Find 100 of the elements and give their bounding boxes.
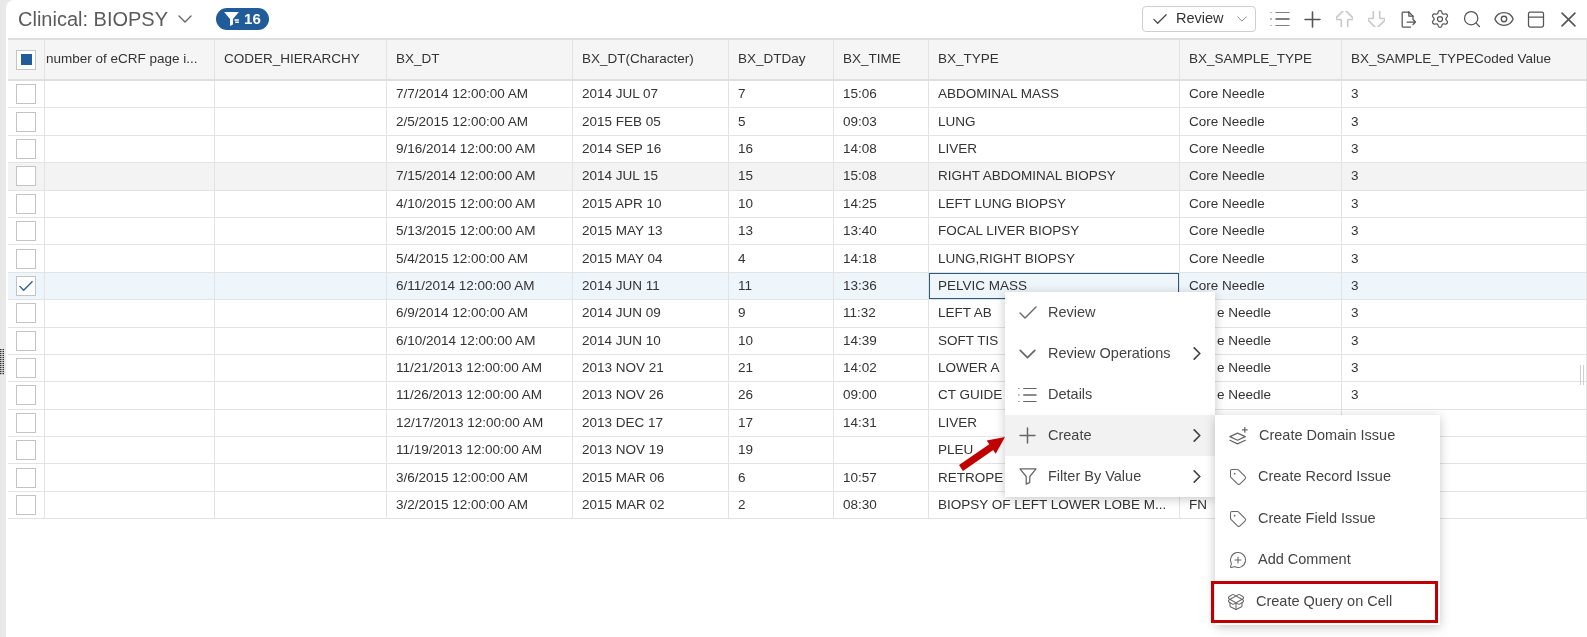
review-dropdown[interactable]: Review bbox=[1142, 6, 1256, 32]
column-header[interactable]: number of eCRF page i... bbox=[45, 40, 215, 79]
table-row[interactable]: 4/10/2015 12:00:00 AM 2015 APR 10 10 14:25 LEFT LUNG BIOPSY Core Needle 3 bbox=[8, 190, 1587, 218]
table-cell: 4 bbox=[729, 245, 834, 272]
table-row[interactable]: 9/16/2014 12:00:00 AM 2014 SEP 16 16 14:08 LIVER Core Needle 3 bbox=[8, 135, 1587, 164]
row-checkbox[interactable] bbox=[16, 193, 36, 214]
table-cell: 09:03 bbox=[834, 108, 929, 135]
table-row[interactable]: 5/13/2015 12:00:00 AM 2015 MAY 13 13 13:40 FOCAL LIVER BIOPSY Core Needle 3 bbox=[8, 217, 1587, 246]
table-cell: 14:25 bbox=[834, 190, 929, 217]
row-checkbox[interactable] bbox=[16, 358, 36, 379]
layers-plus-icon bbox=[1229, 426, 1248, 445]
search-icon[interactable] bbox=[1462, 9, 1482, 29]
table-cell: 6/11/2014 12:00:00 AM bbox=[387, 272, 573, 300]
settings-icon[interactable] bbox=[1430, 9, 1450, 29]
chevron-right-icon bbox=[1193, 347, 1201, 360]
table-cell: 2014 JUN 10 bbox=[573, 327, 729, 354]
dataset-dropdown[interactable]: Clinical: BIOPSY bbox=[18, 4, 193, 34]
table-cell: 3/2/2015 12:00:00 AM bbox=[387, 491, 573, 519]
table-cell: 12/17/2013 12:00:00 AM bbox=[387, 409, 573, 437]
table-cell: 6/9/2014 12:00:00 AM bbox=[387, 300, 573, 327]
column-header[interactable]: BX_DT(Character) bbox=[573, 40, 729, 79]
table-cell: 13:36 bbox=[834, 272, 929, 300]
table-cell: 2015 MAY 13 bbox=[573, 217, 729, 245]
row-checkbox[interactable] bbox=[16, 275, 36, 296]
table-cell: Core Needle bbox=[1180, 81, 1342, 108]
menu-item[interactable]: Add Comment bbox=[1215, 539, 1440, 581]
table-cell: 11 bbox=[729, 272, 834, 300]
check-icon bbox=[1153, 14, 1167, 24]
row-checkbox[interactable] bbox=[16, 495, 36, 516]
resize-grip-icon[interactable] bbox=[1580, 365, 1585, 385]
checkmark-icon bbox=[19, 280, 33, 291]
row-checkbox[interactable] bbox=[16, 412, 36, 433]
column-header[interactable]: BX_TIME bbox=[834, 40, 929, 79]
column-header[interactable]: BX_TYPE bbox=[929, 40, 1180, 79]
table-cell: 3 bbox=[1342, 135, 1587, 163]
close-icon[interactable] bbox=[1560, 11, 1576, 27]
row-checkbox[interactable] bbox=[16, 138, 36, 159]
table-cell: 2014 JUN 09 bbox=[573, 300, 729, 327]
row-checkbox[interactable] bbox=[16, 467, 36, 488]
table-cell: Core Needle bbox=[1180, 217, 1342, 245]
table-cell: 2013 NOV 19 bbox=[573, 437, 729, 464]
table-cell: 2 bbox=[729, 491, 834, 519]
table-cell: 15 bbox=[729, 163, 834, 190]
table-cell: 3 bbox=[1342, 81, 1587, 108]
table-cell: 5/4/2015 12:00:00 AM bbox=[387, 245, 573, 272]
row-checkbox[interactable] bbox=[16, 440, 36, 461]
table-cell: Core Needle bbox=[1180, 245, 1342, 272]
eye-icon[interactable] bbox=[1494, 11, 1514, 27]
row-checkbox[interactable] bbox=[16, 221, 36, 242]
filter-badge[interactable]: 16 bbox=[216, 8, 269, 30]
table-cell: 5/13/2015 12:00:00 AM bbox=[387, 217, 573, 245]
table-cell: FOCAL LIVER BIOPSY bbox=[929, 217, 1180, 245]
menu-item[interactable]: Create Query on Cell bbox=[1211, 581, 1438, 623]
drag-handle-icon[interactable] bbox=[0, 349, 4, 375]
column-header[interactable]: CODER_HIERARCHY bbox=[215, 40, 387, 79]
row-checkbox[interactable] bbox=[16, 84, 36, 105]
row-checkbox[interactable] bbox=[16, 166, 36, 187]
table-cell: 9/16/2014 12:00:00 AM bbox=[387, 135, 573, 163]
table-row[interactable]: 5/4/2015 12:00:00 AM 2015 MAY 04 4 14:18 LUNG,RIGHT BIOPSY Core Needle 3 bbox=[8, 245, 1587, 273]
table-cell: 19 bbox=[729, 437, 834, 464]
table-cell: LUNG,RIGHT BIOPSY bbox=[929, 245, 1180, 272]
row-checkbox[interactable] bbox=[16, 248, 36, 269]
table-cell: 09:00 bbox=[834, 382, 929, 409]
column-header[interactable]: BX_DTDay bbox=[729, 40, 834, 79]
table-cell: 2015 MAR 02 bbox=[573, 491, 729, 519]
chevron-down-icon bbox=[178, 15, 193, 23]
row-checkbox[interactable] bbox=[16, 385, 36, 406]
select-all-checkbox[interactable] bbox=[16, 49, 36, 70]
column-header[interactable]: BX_SAMPLE_TYPE bbox=[1180, 40, 1342, 79]
table-cell: 2013 NOV 26 bbox=[573, 382, 729, 409]
table-cell: 3 bbox=[1342, 217, 1587, 245]
table-cell: 10:57 bbox=[834, 464, 929, 491]
table-cell: Core Needle bbox=[1180, 135, 1342, 163]
row-checkbox[interactable] bbox=[16, 330, 36, 351]
table-cell: 3 bbox=[1342, 327, 1587, 354]
table-cell: 7 bbox=[729, 81, 834, 108]
window-icon[interactable] bbox=[1526, 8, 1546, 30]
filter-icon bbox=[224, 12, 240, 26]
table-cell: 2015 FEB 05 bbox=[573, 108, 729, 135]
row-checkbox[interactable] bbox=[16, 303, 36, 324]
table-row[interactable]: 2/5/2015 12:00:00 AM 2015 FEB 05 5 09:03 LUNG Core Needle 3 bbox=[8, 108, 1587, 136]
table-cell: LEFT LUNG BIOPSY bbox=[929, 190, 1180, 217]
table-cell: 2014 JUL 07 bbox=[573, 81, 729, 108]
table-cell: 2015 MAR 06 bbox=[573, 464, 729, 491]
table-cell: 3 bbox=[1342, 108, 1587, 135]
plus-icon[interactable] bbox=[1303, 10, 1321, 28]
column-header[interactable]: BX_DT bbox=[387, 40, 573, 79]
table-row[interactable]: 7/15/2014 12:00:00 AM 2014 JUL 15 15 15:08 RIGHT ABDOMINAL BIOPSY Core Needle 3 bbox=[8, 163, 1587, 191]
chevron-right-icon bbox=[1193, 470, 1201, 483]
table-cell: 7/15/2014 12:00:00 AM bbox=[387, 163, 573, 190]
table-row[interactable]: 7/7/2014 12:00:00 AM 2014 JUL 07 7 15:06 ABDOMINAL MASS Core Needle 3 bbox=[8, 81, 1587, 109]
row-checkbox[interactable] bbox=[16, 111, 36, 132]
table-cell: 10 bbox=[729, 327, 834, 354]
list-icon[interactable] bbox=[1270, 12, 1290, 26]
menu-item[interactable]: Create bbox=[1005, 415, 1215, 456]
column-header[interactable]: BX_SAMPLE_TYPECoded Value bbox=[1342, 40, 1587, 79]
partial-check-icon bbox=[20, 54, 32, 65]
table-cell: 16 bbox=[729, 135, 834, 163]
table-cell: 2014 JUL 15 bbox=[573, 163, 729, 190]
tag-icon bbox=[1229, 509, 1247, 528]
